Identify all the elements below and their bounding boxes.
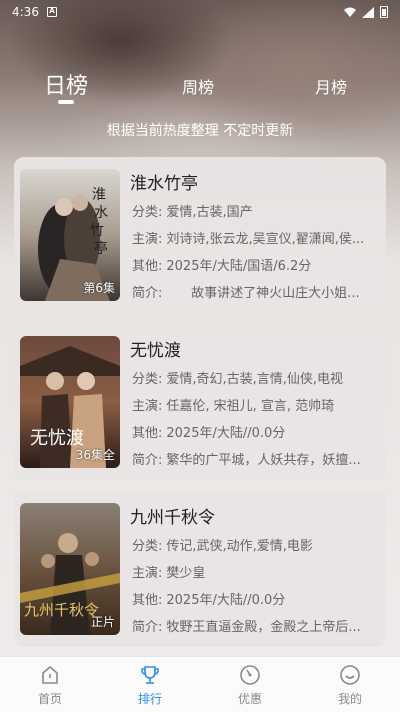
- category-row: 分类: 传记,武侠,动作,爱情,电影: [132, 539, 313, 554]
- drama-title[interactable]: 九州千秋令: [130, 503, 215, 528]
- intro-value: 故事讲述了神火山庄大小姐...: [166, 286, 360, 301]
- other-value: 2025年/大陆//0.0分: [166, 426, 286, 441]
- category-value: 爱情,奇幻,古装,言情,仙侠,电视: [166, 372, 344, 387]
- wifi-icon: [344, 7, 356, 17]
- svg-text:亭: 亭: [94, 240, 108, 257]
- episode-badge: 第6集: [83, 281, 115, 295]
- svg-text:淮: 淮: [92, 187, 106, 203]
- other-row: 其他: 2025年/大陆//0.0分: [132, 593, 286, 608]
- discount-icon: [240, 665, 260, 685]
- nav-discount[interactable]: 优惠: [220, 663, 280, 707]
- poster-image[interactable]: 九州千秋令 正片: [20, 503, 120, 635]
- other-value: 2025年/大陆//0.0分: [166, 593, 286, 608]
- other-row: 其他: 2025年/大陆//0.0分: [132, 426, 286, 441]
- cast-value: 樊少皇: [166, 566, 206, 581]
- cast-row: 主演: 任嘉伦, 宋祖儿, 宣言, 范帅琦: [132, 399, 335, 414]
- category-value: 爱情,古装,国产: [166, 205, 253, 220]
- nav-ranking[interactable]: 排行: [120, 663, 180, 707]
- tab-monthly[interactable]: 月榜: [315, 74, 347, 98]
- tab-daily[interactable]: 日榜: [44, 68, 88, 100]
- episode-badge: 正片: [90, 615, 115, 629]
- category-row: 分类: 爱情,奇幻,古装,言情,仙侠,电视: [132, 372, 344, 387]
- status-bar: 4:36 A: [0, 0, 400, 24]
- other-row: 其他: 2025年/大陆/国语/6.2分: [132, 259, 312, 274]
- list-item[interactable]: 无忧渡 36集全 无忧渡 分类: 爱情,奇幻,古装,言情,仙侠,电视 主演: 任嘉伦…: [14, 324, 386, 480]
- ranking-tabs: 日榜 周榜 月榜: [0, 66, 400, 106]
- category-value: 传记,武侠,动作,爱情,电影: [166, 539, 313, 554]
- poster-image[interactable]: 无忧渡 36集全: [20, 336, 120, 468]
- intro-value: 牧野王直逼金殿，金殿之上帝后...: [166, 620, 361, 635]
- intro-row: 简介: 故事讲述了神火山庄大小姐...: [132, 286, 360, 301]
- nav-profile[interactable]: 我的: [320, 663, 380, 707]
- category-row: 分类: 爱情,古装,国产: [132, 205, 253, 220]
- cast-row: 主演: 樊少皇: [132, 566, 206, 581]
- svg-text:竹: 竹: [90, 223, 104, 239]
- bottom-navigation: 首页 排行 优惠 我的: [0, 656, 400, 712]
- battery-icon: [380, 6, 388, 18]
- tab-indicator: [58, 100, 74, 104]
- signal-icon: [362, 6, 374, 18]
- intro-row: 简介: 繁华的广平城，人妖共存，妖擅...: [132, 453, 361, 468]
- list-item[interactable]: 九州千秋令 正片 九州千秋令 分类: 传记,武侠,动作,爱情,电影 主演: 樊少皇 …: [14, 491, 386, 647]
- ranking-subtitle: 根据当前热度整理 不定时更新: [106, 123, 294, 139]
- cast-value: 任嘉伦, 宋祖儿, 宣言, 范帅琦: [166, 399, 335, 414]
- intro-row: 简介: 牧野王直逼金殿，金殿之上帝后...: [132, 620, 361, 635]
- episode-badge: 36集全: [75, 448, 115, 462]
- list-item[interactable]: 淮 水 竹 亭 第6集 淮水竹亭 分类: 爱情,古装,国产 主演: 刘诗诗,张云龙,…: [14, 157, 386, 313]
- svg-text:水: 水: [94, 205, 108, 221]
- svg-text:九州千秋令: 九州千秋令: [24, 601, 99, 619]
- notification-icon: A: [46, 7, 57, 17]
- home-icon: [42, 666, 58, 684]
- status-time: 4:36: [12, 5, 39, 19]
- tab-weekly[interactable]: 周榜: [182, 74, 214, 98]
- nav-home[interactable]: 首页: [20, 663, 80, 707]
- cast-value: 刘诗诗,张云龙,吴宣仪,翟潇闻,侯...: [166, 232, 365, 247]
- cast-row: 主演: 刘诗诗,张云龙,吴宣仪,翟潇闻,侯...: [132, 232, 365, 247]
- other-value: 2025年/大陆/国语/6.2分: [166, 259, 312, 274]
- drama-title[interactable]: 淮水竹亭: [130, 169, 198, 194]
- drama-title[interactable]: 无忧渡: [130, 336, 181, 361]
- trophy-icon: [141, 666, 159, 684]
- poster-image[interactable]: 淮 水 竹 亭 第6集: [20, 169, 120, 301]
- profile-icon: [340, 665, 360, 685]
- intro-value: 繁华的广平城，人妖共存，妖擅...: [166, 453, 361, 468]
